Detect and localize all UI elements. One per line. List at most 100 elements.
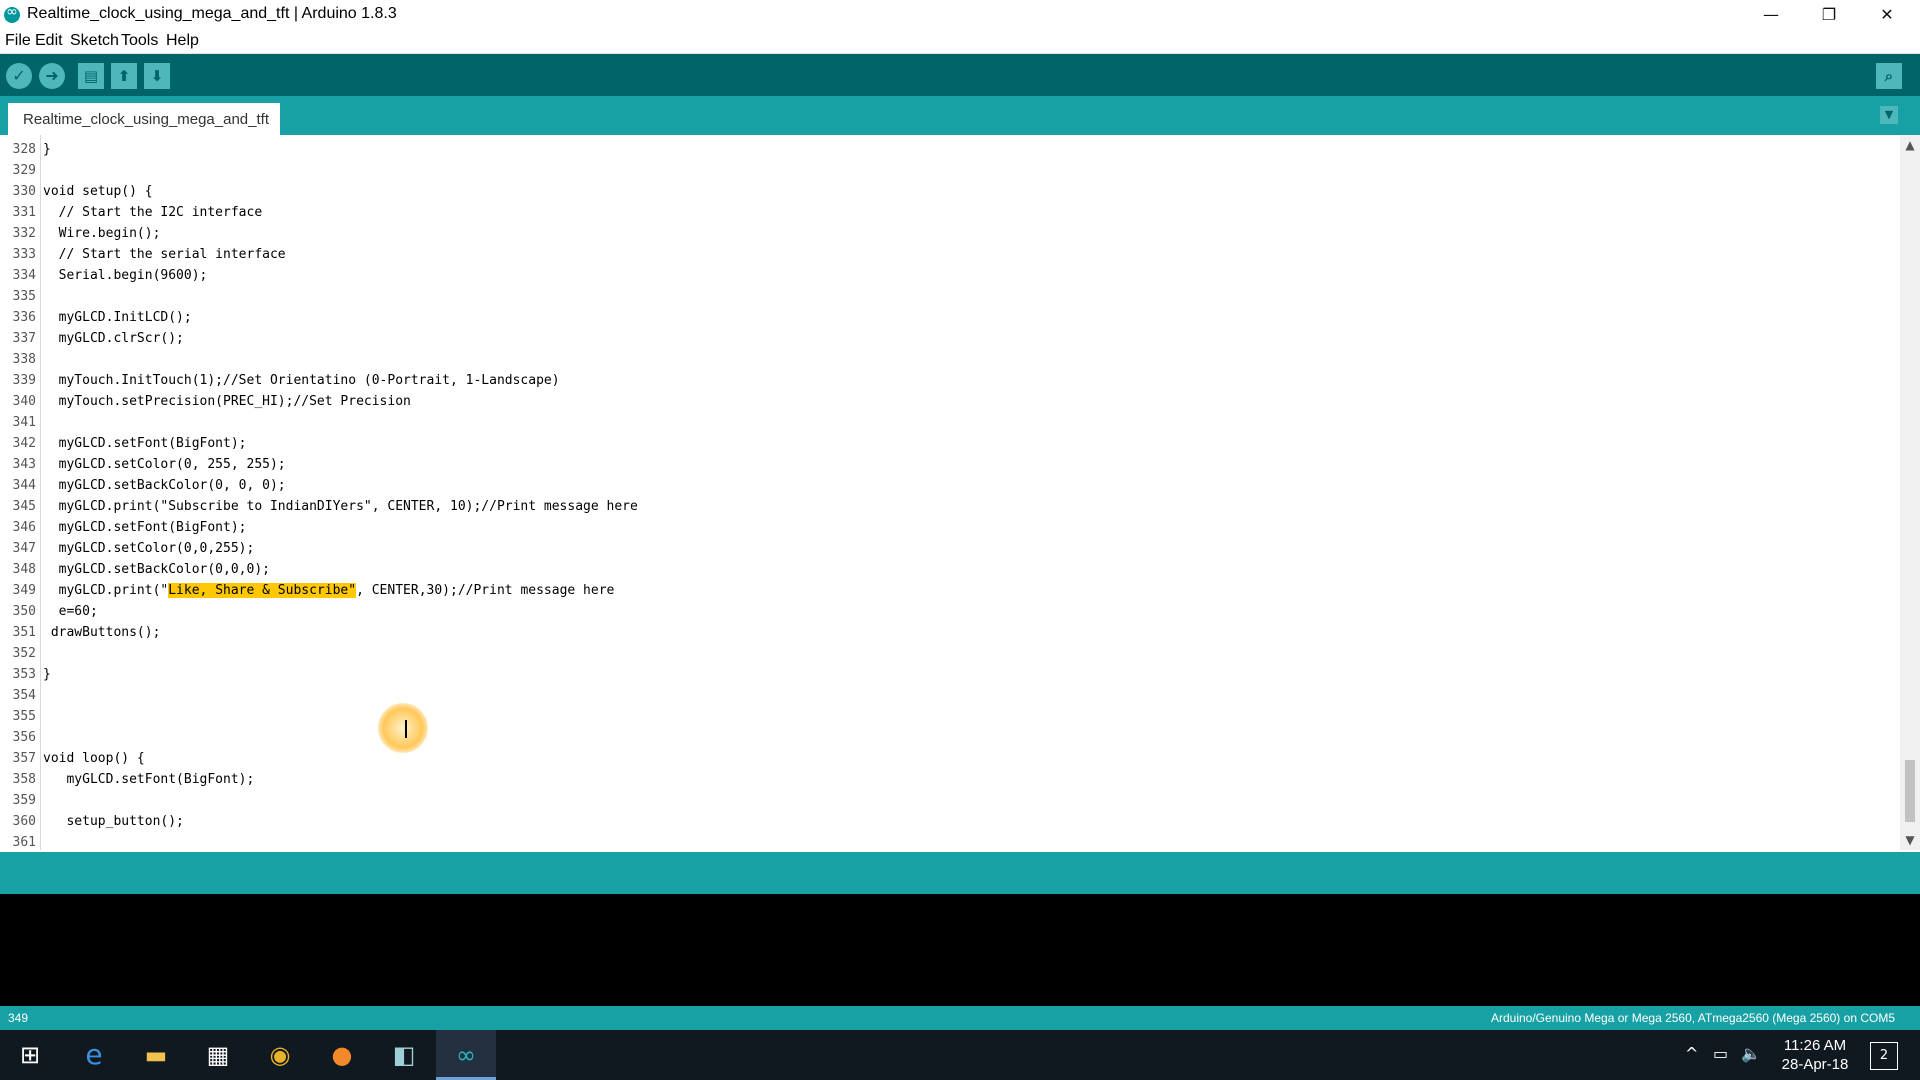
code-line[interactable]: 341	[0, 412, 1900, 433]
menu-file[interactable]: File	[5, 32, 31, 50]
close-button[interactable]: ✕	[1858, 0, 1916, 29]
code-line[interactable]: 329	[0, 160, 1900, 181]
toolbar: ✓ ➜ ▤ ⬆ ⬇ ⌕	[0, 54, 1920, 96]
code-line[interactable]: 355	[0, 706, 1900, 727]
code-line[interactable]: 358 myGLCD.setFont(BigFont);	[0, 769, 1900, 790]
line-number: 341	[12, 415, 36, 430]
taskbar-start-icon[interactable]: ⊞	[0, 1030, 60, 1080]
taskbar-chrome-icon[interactable]: ◉	[250, 1030, 310, 1080]
line-number: 340	[12, 394, 36, 409]
taskbar-store-icon[interactable]: ▦	[188, 1030, 248, 1080]
menu-help[interactable]: Help	[166, 32, 199, 50]
code-line[interactable]: 354	[0, 685, 1900, 706]
code-line[interactable]: 351 drawButtons();	[0, 622, 1900, 643]
code-editor[interactable]: 328} 329 330 void setup() {331 // Start the…	[0, 135, 1900, 850]
code-line[interactable]: 353}	[0, 664, 1900, 685]
verify-button[interactable]: ✓	[6, 63, 32, 89]
code-line[interactable]: 344 myGLCD.setBackColor(0, 0, 0);	[0, 475, 1900, 496]
code-line[interactable]: 328}	[0, 139, 1900, 160]
code-text: myTouch.setPrecision(PREC_HI);//Set Prec…	[43, 394, 411, 409]
code-line[interactable]: 345 myGLCD.print("Subscribe to IndianDIY…	[0, 496, 1900, 517]
code-line[interactable]: 339 myTouch.InitTouch(1);//Set Orientati…	[0, 370, 1900, 391]
code-text: myGLCD.setFont(BigFont);	[43, 772, 255, 787]
code-line[interactable]: 356	[0, 727, 1900, 748]
line-number: 350	[12, 604, 36, 619]
chevron-down-icon: ▼	[1884, 108, 1894, 121]
taskbar-arduino-icon[interactable]: ∞	[436, 1030, 496, 1080]
system-clock[interactable]: 11:26 AM 28-Apr-18	[1760, 1036, 1870, 1074]
taskbar-file-explorer-icon[interactable]: ▬	[126, 1030, 186, 1080]
code-line[interactable]: 336 myGLCD.InitLCD();	[0, 307, 1900, 328]
menu-sketch[interactable]: Sketch	[70, 32, 119, 50]
menu-edit[interactable]: Edit	[35, 32, 63, 50]
scroll-thumb[interactable]	[1905, 760, 1915, 822]
code-line[interactable]: 335	[0, 286, 1900, 307]
line-number: 354	[12, 688, 36, 703]
upload-button[interactable]: ➜	[39, 63, 65, 89]
code-line[interactable]: 343 myGLCD.setColor(0, 255, 255);	[0, 454, 1900, 475]
code-text: void setup() {	[43, 184, 153, 199]
code-line[interactable]: 349 myGLCD.print("Like, Share & Subscrib…	[0, 580, 1900, 601]
code-text: // Start the I2C interface	[43, 205, 263, 220]
taskbar-media-app-icon[interactable]: ◧	[374, 1030, 434, 1080]
vertical-scrollbar[interactable]: ▲ ▼	[1900, 135, 1920, 850]
new-sketch-button[interactable]: ▤	[78, 63, 104, 89]
code-line[interactable]: 337 myGLCD.clrScr();	[0, 328, 1900, 349]
windows-taskbar: ⊞ e ▬ ▦ ◉ ● ◧ ∞ ^ ▭ 🔈 11:26 AM 28-Apr-18 2	[0, 1030, 1920, 1080]
taskbar-edge-icon[interactable]: e	[64, 1030, 124, 1080]
serial-monitor-button[interactable]: ⌕	[1876, 63, 1902, 89]
notifications-icon[interactable]: 2	[1870, 1042, 1898, 1070]
line-number: 345	[12, 499, 36, 514]
clock-date: 28-Apr-18	[1781, 1056, 1849, 1073]
battery-icon[interactable]: ▭	[1713, 1044, 1728, 1063]
code-line[interactable]: 350 e=60;	[0, 601, 1900, 622]
line-number: 337	[12, 331, 36, 346]
code-line[interactable]: 359	[0, 790, 1900, 811]
code-line[interactable]: 333 // Start the serial interface	[0, 244, 1900, 265]
line-number: 361	[12, 835, 36, 850]
code-line[interactable]: 348 myGLCD.setBackColor(0,0,0);	[0, 559, 1900, 580]
code-line[interactable]: 360 setup_button();	[0, 811, 1900, 832]
line-number: 333	[12, 247, 36, 262]
code-line[interactable]: 340 myTouch.setPrecision(PREC_HI);//Set …	[0, 391, 1900, 412]
console-output[interactable]	[0, 894, 1920, 1006]
tab-realtime-clock[interactable]: Realtime_clock_using_mega_and_tft	[8, 103, 280, 135]
code-line[interactable]: 346 myGLCD.setFont(BigFont);	[0, 517, 1900, 538]
scroll-up-icon[interactable]: ▲	[1900, 135, 1920, 155]
line-number: 349	[12, 583, 36, 598]
code-line[interactable]: 332 Wire.begin();	[0, 223, 1900, 244]
line-number: 357	[12, 751, 36, 766]
taskbar-firefox-icon[interactable]: ●	[312, 1030, 372, 1080]
open-sketch-button[interactable]: ⬆	[111, 63, 137, 89]
tray-chevron-icon[interactable]: ^	[1685, 1044, 1698, 1063]
minimize-button[interactable]: —	[1742, 0, 1800, 29]
open-icon: ⬆	[117, 67, 131, 85]
maximize-button[interactable]: ❐	[1800, 0, 1858, 29]
code-line[interactable]: 357 void loop() {	[0, 748, 1900, 769]
line-number: 347	[12, 541, 36, 556]
code-line[interactable]: 342 myGLCD.setFont(BigFont);	[0, 433, 1900, 454]
line-number: 348	[12, 562, 36, 577]
tab-menu-button[interactable]: ▼	[1880, 106, 1898, 124]
code-line[interactable]: 347 myGLCD.setColor(0,0,255);	[0, 538, 1900, 559]
code-text: myGLCD.print("Like, Share & Subscribe", …	[43, 580, 614, 601]
save-sketch-button[interactable]: ⬇	[144, 63, 170, 89]
window-title: Realtime_clock_using_mega_and_tft | Ardu…	[27, 5, 397, 22]
code-line[interactable]: 330 void setup() {	[0, 181, 1900, 202]
code-line[interactable]: 352	[0, 643, 1900, 664]
volume-icon[interactable]: 🔈	[1741, 1044, 1761, 1063]
code-text: // Start the serial interface	[43, 247, 286, 262]
code-text: myGLCD.setFont(BigFont);	[43, 436, 247, 451]
code-line[interactable]: 334 Serial.begin(9600);	[0, 265, 1900, 286]
scroll-down-icon[interactable]: ▼	[1900, 830, 1920, 850]
line-number: 328	[12, 142, 36, 157]
code-line[interactable]: 361	[0, 832, 1900, 850]
code-text: myGLCD.setFont(BigFont);	[43, 520, 247, 535]
menu-tools[interactable]: Tools	[121, 32, 158, 50]
code-line[interactable]: 331 // Start the I2C interface	[0, 202, 1900, 223]
code-line[interactable]: 338	[0, 349, 1900, 370]
line-number: 356	[12, 730, 36, 745]
code-text: }	[43, 142, 51, 157]
current-line-number: 349	[8, 1011, 29, 1025]
check-icon: ✓	[12, 66, 26, 85]
